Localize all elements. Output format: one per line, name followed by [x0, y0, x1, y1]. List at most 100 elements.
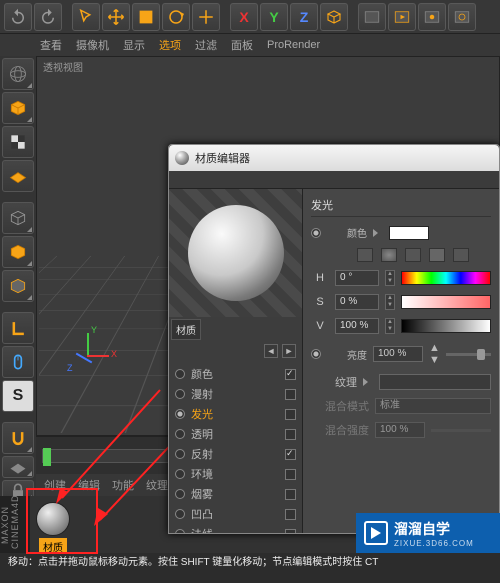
color-swatch[interactable]	[389, 226, 429, 240]
texture-field[interactable]	[379, 374, 491, 390]
channel-颜色[interactable]: 颜色	[175, 364, 296, 384]
blend-mode-value[interactable]: 标准	[375, 398, 491, 414]
h-slider[interactable]	[401, 271, 491, 285]
channel-checkbox[interactable]	[285, 489, 296, 500]
channel-反射[interactable]: 反射	[175, 444, 296, 464]
colormode-icon-1[interactable]	[357, 248, 373, 262]
colormode-icon-2[interactable]	[381, 248, 397, 262]
plane-tool[interactable]	[2, 160, 34, 192]
channel-漫射[interactable]: 漫射	[175, 384, 296, 404]
globe-tool[interactable]	[2, 58, 34, 90]
color-radio[interactable]	[311, 228, 321, 238]
select-tool[interactable]	[72, 3, 100, 31]
next-material-button[interactable]: ►	[282, 344, 296, 358]
brightness-value[interactable]: 100 %	[373, 346, 423, 362]
brightness-radio[interactable]	[311, 349, 321, 359]
channel-radio[interactable]	[175, 409, 185, 419]
material-preview[interactable]	[169, 189, 302, 317]
channel-radio[interactable]	[175, 389, 185, 399]
render-settings-button[interactable]	[388, 3, 416, 31]
v-slider[interactable]	[401, 319, 491, 333]
channel-checkbox[interactable]	[285, 529, 296, 534]
channel-透明[interactable]: 透明	[175, 424, 296, 444]
channel-发光[interactable]: 发光	[175, 404, 296, 424]
menu-options[interactable]: 选项	[159, 37, 181, 53]
prev-material-button[interactable]: ◄	[264, 344, 278, 358]
v-spinner[interactable]: ▲▼	[385, 318, 395, 334]
channel-radio[interactable]	[175, 469, 185, 479]
undo-button[interactable]	[4, 3, 32, 31]
mat-menu-function[interactable]: 功能	[112, 477, 134, 493]
material-editor-menubar[interactable]	[169, 171, 499, 189]
mouse-tool[interactable]	[2, 346, 34, 378]
channel-checkbox[interactable]	[285, 429, 296, 440]
s-value[interactable]: 0 %	[335, 294, 379, 310]
channel-checkbox[interactable]	[285, 409, 296, 420]
material-name-field[interactable]: 材质	[171, 319, 201, 340]
channel-checkbox[interactable]	[285, 369, 296, 380]
cube-edge-tool[interactable]	[2, 270, 34, 302]
redo-button[interactable]	[34, 3, 62, 31]
colormode-icon-5[interactable]	[453, 248, 469, 262]
x-axis-toggle[interactable]: X	[230, 3, 258, 31]
menu-filter[interactable]: 过滤	[195, 37, 217, 53]
lastused-tool[interactable]	[192, 3, 220, 31]
channel-烟雾[interactable]: 烟雾	[175, 484, 296, 504]
channel-checkbox[interactable]	[285, 469, 296, 480]
render-pv-button[interactable]	[418, 3, 446, 31]
channel-label: 漫射	[191, 386, 213, 402]
channel-radio[interactable]	[175, 529, 185, 533]
mat-menu-edit[interactable]: 编辑	[78, 477, 100, 493]
scale-tool[interactable]	[132, 3, 160, 31]
s-spinner[interactable]: ▲▼	[385, 294, 395, 310]
channel-环境[interactable]: 环境	[175, 464, 296, 484]
material-editor-window[interactable]: 材质编辑器 材质 ◄ ► 颜色漫射发光透明反射环境烟雾凹凸法线Alpha 发光 …	[168, 144, 500, 534]
colormode-icon-3[interactable]	[405, 248, 421, 262]
cube-solid-tool[interactable]	[2, 236, 34, 268]
channel-法线[interactable]: 法线	[175, 524, 296, 533]
material-item[interactable]: 材质	[36, 502, 70, 555]
mat-menu-texture[interactable]: 纹理	[146, 477, 168, 493]
channel-radio[interactable]	[175, 489, 185, 499]
l-shape-tool[interactable]	[2, 312, 34, 344]
channel-label: 烟雾	[191, 486, 213, 502]
channel-凹凸[interactable]: 凹凸	[175, 504, 296, 524]
z-axis-toggle[interactable]: Z	[290, 3, 318, 31]
h-value[interactable]: 0 °	[335, 270, 379, 286]
render-queue-button[interactable]	[448, 3, 476, 31]
h-spinner[interactable]: ▲▼	[385, 270, 395, 286]
move-tool[interactable]	[102, 3, 130, 31]
workplane-tool[interactable]	[2, 456, 34, 478]
channel-radio[interactable]	[175, 429, 185, 439]
menu-view[interactable]: 查看	[40, 37, 62, 53]
menu-camera[interactable]: 摄像机	[76, 37, 109, 53]
brightness-spinner[interactable]: ▲▼	[429, 342, 440, 366]
colormode-icon-4[interactable]	[429, 248, 445, 262]
y-axis-toggle[interactable]: Y	[260, 3, 288, 31]
coord-system-button[interactable]	[320, 3, 348, 31]
material-editor-titlebar[interactable]: 材质编辑器	[169, 145, 499, 171]
checker-tool[interactable]	[2, 126, 34, 158]
blend-strength-value[interactable]: 100 %	[375, 422, 425, 438]
magnet-tool[interactable]	[2, 422, 34, 454]
channel-checkbox[interactable]	[285, 389, 296, 400]
channel-checkbox[interactable]	[285, 509, 296, 520]
cube-wire-tool[interactable]	[2, 202, 34, 234]
rotate-tool[interactable]	[162, 3, 190, 31]
channel-radio[interactable]	[175, 449, 185, 459]
color-expand-icon[interactable]	[373, 228, 383, 238]
menu-panel[interactable]: 面板	[231, 37, 253, 53]
mat-menu-create[interactable]: 创建	[44, 477, 66, 493]
s-tool[interactable]: S	[2, 380, 34, 412]
v-value[interactable]: 100 %	[335, 318, 379, 334]
texture-expand-icon[interactable]	[363, 377, 373, 387]
render-view-button[interactable]	[358, 3, 386, 31]
channel-checkbox[interactable]	[285, 449, 296, 460]
brightness-slider[interactable]	[446, 353, 491, 356]
cube-tool[interactable]	[2, 92, 34, 124]
s-slider[interactable]	[401, 295, 491, 309]
channel-radio[interactable]	[175, 509, 185, 519]
channel-radio[interactable]	[175, 369, 185, 379]
menu-prorender[interactable]: ProRender	[267, 39, 320, 51]
menu-display[interactable]: 显示	[123, 37, 145, 53]
